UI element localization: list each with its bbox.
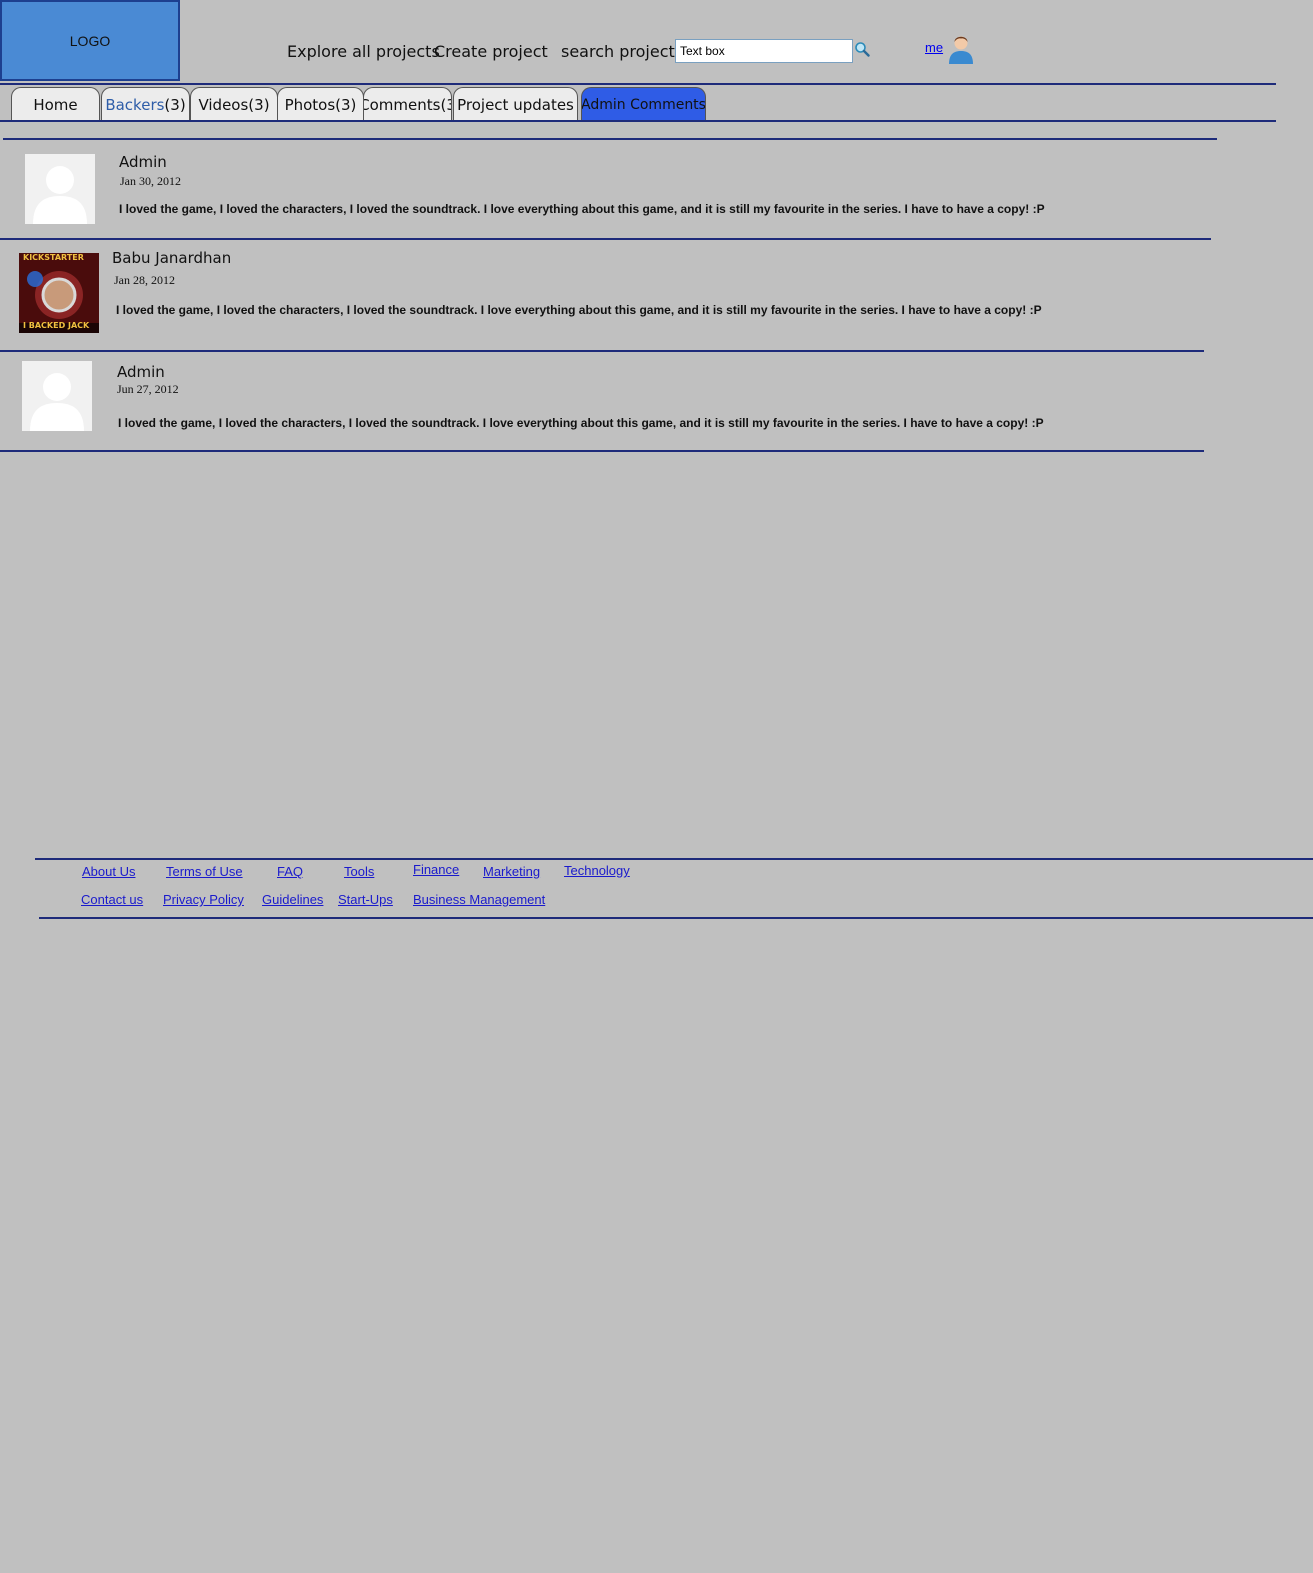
comments-bottom-divider [0, 450, 1204, 452]
default-user-icon [30, 373, 84, 431]
comment-text: I loved the game, I loved the characters… [118, 416, 1044, 430]
footer-bottom-divider [39, 917, 1313, 919]
footer-link-technology[interactable]: Technology [564, 863, 630, 878]
search-label: search project [561, 42, 675, 61]
comment-author: Admin [117, 363, 165, 381]
header-divider [0, 83, 1276, 85]
comment-divider [0, 350, 1204, 352]
footer-link-terms[interactable]: Terms of Use [166, 864, 243, 879]
footer-link-business-management[interactable]: Business Management [413, 892, 545, 907]
tab-photos[interactable]: Photos(3) [277, 87, 364, 121]
search-icon[interactable] [854, 41, 870, 57]
tabs-divider [0, 120, 1276, 122]
footer-top-divider [35, 858, 1313, 860]
badge-bottom-text: I BACKED JACK [23, 321, 90, 330]
footer-link-contact-us[interactable]: Contact us [81, 892, 143, 907]
comment-date: Jan 30, 2012 [120, 174, 181, 188]
nav-create-project[interactable]: Create project [434, 42, 548, 61]
footer-link-finance[interactable]: Finance [413, 862, 459, 877]
search-input[interactable]: Text box [675, 39, 853, 63]
tab-backers-count: (3) [164, 95, 186, 114]
comment-date: Jun 27, 2012 [117, 382, 179, 396]
nav-explore-projects[interactable]: Explore all projects [287, 42, 440, 61]
default-user-icon [33, 166, 87, 224]
tab-admin-comments[interactable]: Admin Comments [581, 87, 706, 121]
tab-project-updates[interactable]: Project updates [453, 87, 578, 121]
footer-link-guidelines[interactable]: Guidelines [262, 892, 323, 907]
comment-divider [0, 238, 1211, 240]
tab-backers-label: Backers [105, 95, 165, 114]
tab-videos[interactable]: Videos(3) [190, 87, 278, 121]
badge-top-text: KICKSTARTER [23, 253, 84, 262]
avatar-kickstarter-badge: KICKSTARTER I BACKED JACK [19, 253, 99, 333]
avatar [25, 154, 95, 224]
comment-author: Babu Janardhan [112, 249, 232, 267]
footer-link-privacy-policy[interactable]: Privacy Policy [163, 892, 244, 907]
footer-link-tools[interactable]: Tools [344, 864, 374, 879]
comments-top-divider [3, 138, 1217, 140]
comment-date: Jan 28, 2012 [114, 273, 175, 287]
comment-text: I loved the game, I loved the characters… [119, 202, 1045, 216]
tab-comments[interactable]: Comments(3 [363, 87, 452, 121]
avatar [22, 361, 92, 431]
tab-backers[interactable]: Backers (3) [101, 87, 190, 121]
footer-link-faq[interactable]: FAQ [277, 864, 303, 879]
logo[interactable]: LOGO [0, 0, 180, 81]
tab-home[interactable]: Home [11, 87, 100, 121]
footer-link-about-us[interactable]: About Us [82, 864, 135, 879]
comment-author: Admin [119, 153, 167, 171]
user-icon[interactable] [947, 32, 975, 64]
comment-text: I loved the game, I loved the characters… [116, 303, 1042, 317]
footer-link-start-ups[interactable]: Start-Ups [338, 892, 393, 907]
user-profile-link[interactable]: me [925, 40, 943, 55]
footer-link-marketing[interactable]: Marketing [483, 864, 540, 879]
